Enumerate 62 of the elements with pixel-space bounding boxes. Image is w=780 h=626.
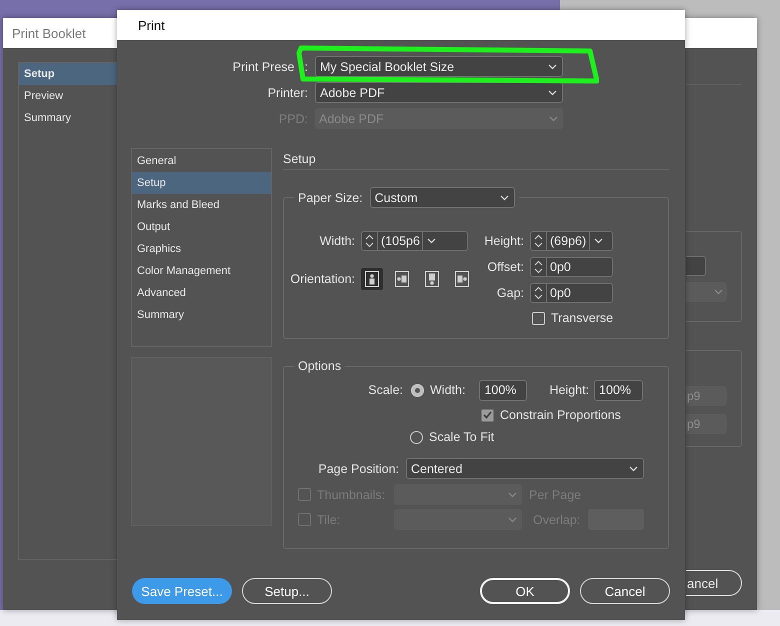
category-item[interactable]: General (132, 150, 271, 172)
field-label: : (304, 60, 308, 74)
constrain-checkbox[interactable]: Constrain Proportions (481, 406, 668, 424)
caret-icon (508, 492, 517, 498)
page-orientation-icon (395, 271, 409, 287)
scale-to-fit-radio[interactable]: Scale To Fit (410, 428, 668, 446)
scale-width-field[interactable]: 100% (479, 380, 528, 400)
page-position-dropdown[interactable]: Centered (406, 458, 644, 479)
caret-icon (427, 238, 436, 244)
spinner-field[interactable]: 0p0 (530, 283, 614, 303)
input-field[interactable] (686, 256, 706, 276)
category-item[interactable]: Marks and Bleed (132, 194, 271, 216)
dialog-button[interactable]: OK (480, 578, 570, 604)
window-title: Print Booklet (12, 26, 86, 40)
width-field[interactable]: (105p6 (361, 231, 468, 251)
field-label: Offset: (487, 260, 524, 274)
category-item[interactable]: Color Management (132, 260, 271, 282)
dialog-button[interactable]: Setup... (242, 578, 332, 604)
group-title: Options (298, 359, 342, 373)
category-item[interactable]: Graphics (132, 238, 271, 260)
transverse-checkbox[interactable]: Transverse (532, 306, 614, 330)
caret-icon (508, 516, 517, 522)
paper-size-dropdown[interactable]: Custom (370, 187, 515, 208)
window-title: Print (138, 18, 165, 32)
caret-icon (500, 194, 509, 200)
category-item[interactable]: Advanced (132, 282, 271, 304)
sidebar-item[interactable]: Preview (19, 85, 117, 107)
width-radio[interactable]: Width: (411, 381, 466, 399)
page-orientation-icon (365, 271, 379, 287)
field-label: Width: (320, 234, 355, 248)
page-orientation-icon (455, 271, 469, 287)
caret-icon (629, 466, 638, 472)
sidebar-item[interactable]: Summary (19, 107, 117, 129)
caret-icon (594, 238, 603, 244)
category-item[interactable]: Summary (132, 304, 271, 326)
category-item[interactable]: Setup (132, 172, 271, 194)
category-item[interactable]: Output (132, 216, 271, 238)
field-label: Height: (484, 234, 524, 248)
field-label: Gap: (496, 286, 524, 300)
caret-icon (548, 90, 557, 96)
field-label: Height: (549, 383, 590, 397)
dialog-button[interactable]: Cancel (580, 578, 670, 604)
caret-icon (548, 64, 557, 70)
page-orientation-icon (425, 271, 439, 287)
caret-icon (714, 289, 723, 295)
check-icon (483, 411, 492, 419)
spinner-field[interactable]: 0p0 (530, 257, 614, 277)
scale-height-field[interactable]: 100% (594, 380, 644, 400)
dialog-button[interactable]: ancel (686, 570, 742, 596)
orientation-button[interactable] (361, 268, 383, 290)
sidebar-item[interactable]: Setup (19, 63, 117, 85)
preset-dropdown[interactable]: My Special Booklet Size (315, 56, 563, 77)
field-label: Print Prese (232, 60, 295, 74)
field-label: Paper Size: (298, 190, 363, 204)
section-title: Setup (283, 152, 316, 166)
caret-icon (549, 116, 558, 122)
height-field[interactable]: (69p6) (530, 231, 614, 251)
field-label: Printer: (268, 86, 308, 100)
field-label: Scale: (368, 383, 403, 397)
field-label: Page Position: (318, 462, 399, 476)
printer-dropdown[interactable]: Adobe PDF (315, 82, 563, 103)
field-label: Orientation: (290, 272, 355, 286)
